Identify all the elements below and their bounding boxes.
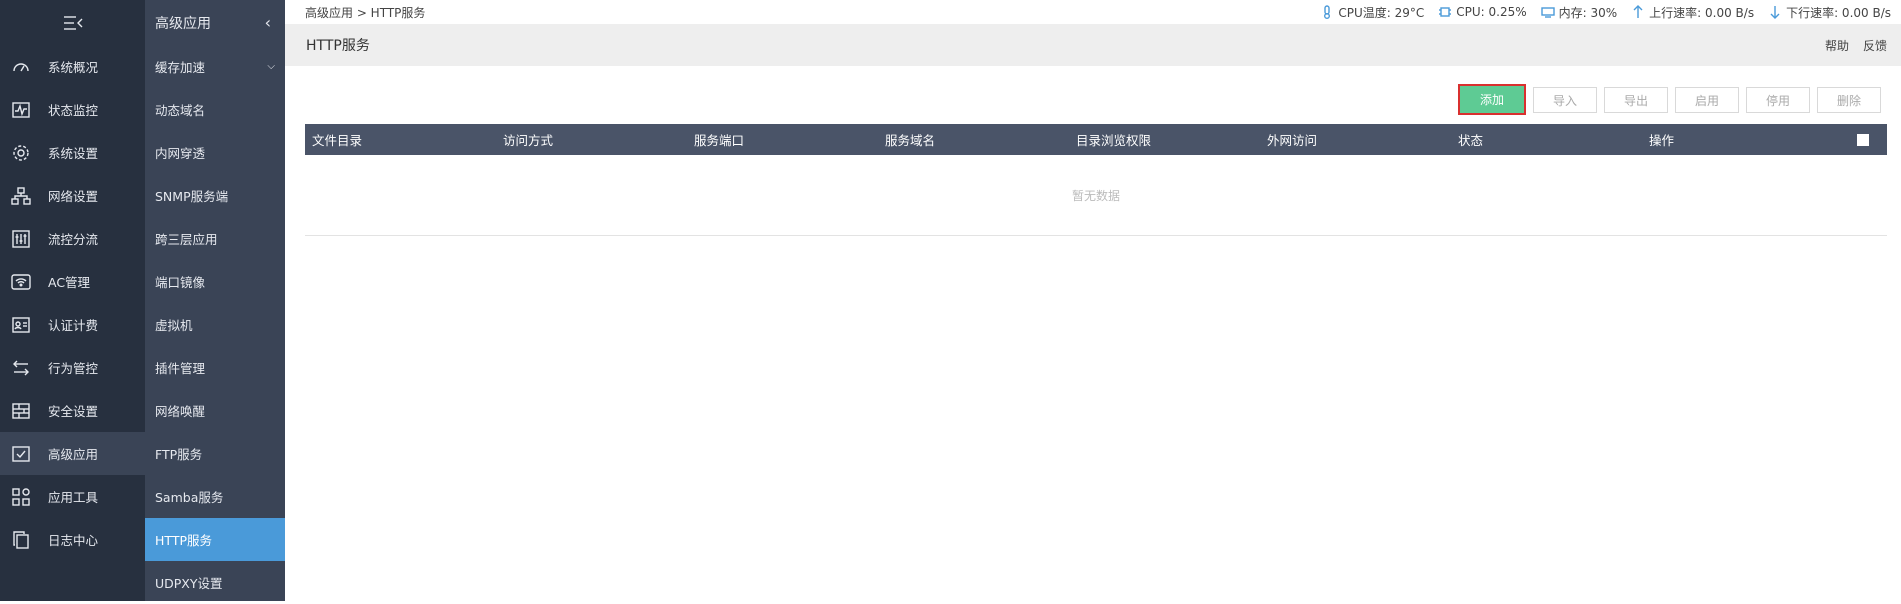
breadcrumb: 高级应用 > HTTP服务 <box>305 5 426 20</box>
submenu-item-wol[interactable]: 网络唤醒 <box>145 389 285 432</box>
sidebar-item-auth-billing[interactable]: 认证计费 <box>0 303 145 346</box>
column-header-status: 状态 <box>1458 133 1484 148</box>
action-toolbar: 添加 导入 导出 启用 停用 删除 <box>1458 84 1881 115</box>
swap-icon <box>10 357 32 379</box>
export-button[interactable]: 导出 <box>1604 87 1668 113</box>
arrow-up-icon <box>1633 5 1643 18</box>
primary-sidebar: 系统概况 状态监控 系统设置 网络设置 流控分流 AC管理 认证计费 行为管控 … <box>0 0 145 601</box>
checkbox-icon <box>10 443 32 465</box>
submenu-item-vm[interactable]: 虚拟机 <box>145 303 285 346</box>
sidebar-item-security-settings[interactable]: 安全设置 <box>0 389 145 432</box>
sidebar-item-traffic-control[interactable]: 流控分流 <box>0 217 145 260</box>
sidebar-item-ac-management[interactable]: AC管理 <box>0 260 145 303</box>
enable-button[interactable]: 启用 <box>1675 87 1739 113</box>
http-service-table: 文件目录 访问方式 服务端口 服务域名 目录浏览权限 外网访问 状态 操作 暂无… <box>305 124 1887 236</box>
menu-toggle-button[interactable] <box>0 0 145 45</box>
cpu-icon <box>1439 7 1452 17</box>
secondary-sidebar-title: 高级应用 <box>155 15 211 32</box>
column-header-domain: 服务域名 <box>885 133 936 148</box>
add-button[interactable]: 添加 <box>1458 84 1526 115</box>
sidebar-item-system-settings[interactable]: 系统设置 <box>0 131 145 174</box>
submenu-item-nat-traversal[interactable]: 内网穿透 <box>145 131 285 174</box>
submenu-item-ddns[interactable]: 动态域名 <box>145 88 285 131</box>
submenu-item-snmp[interactable]: SNMP服务端 <box>145 174 285 217</box>
column-header-port: 服务端口 <box>694 133 745 148</box>
cpu-stat: CPU: 0.25% <box>1438 5 1527 19</box>
sliders-icon <box>10 228 32 250</box>
system-stats: CPU温度: 29°C CPU: 0.25% 内存: 30% 上行速率: 0.0… <box>1320 4 1891 21</box>
sidebar-item-system-overview[interactable]: 系统概况 <box>0 45 145 88</box>
apps-icon <box>10 486 32 508</box>
submenu-item-ftp[interactable]: FTP服务 <box>145 432 285 475</box>
submenu-item-layer3[interactable]: 跨三层应用 <box>145 217 285 260</box>
select-all-cell <box>1833 133 1887 146</box>
sidebar-item-network-settings[interactable]: 网络设置 <box>0 174 145 217</box>
submenu-item-samba[interactable]: Samba服务 <box>145 475 285 518</box>
id-card-icon <box>10 314 32 336</box>
network-icon <box>10 185 32 207</box>
page-title: HTTP服务 <box>306 38 370 54</box>
chevron-left-icon[interactable]: ‹ <box>265 13 271 32</box>
status-bar: 高级应用 > HTTP服务 CPU温度: 29°C CPU: 0.25% 内存:… <box>285 0 1901 24</box>
monitor-icon <box>10 99 32 121</box>
sidebar-item-log-center[interactable]: 日志中心 <box>0 518 145 561</box>
submenu-item-http[interactable]: HTTP服务 <box>145 518 285 561</box>
submenu-item-port-mirror[interactable]: 端口镜像 <box>145 260 285 303</box>
delete-button[interactable]: 删除 <box>1817 87 1881 113</box>
select-all-checkbox[interactable] <box>1857 133 1869 146</box>
dashboard-icon <box>10 56 32 78</box>
gear-icon <box>10 142 32 164</box>
disable-button[interactable]: 停用 <box>1746 87 1810 113</box>
import-button[interactable]: 导入 <box>1533 87 1597 113</box>
column-header-browse-permission: 目录浏览权限 <box>1076 133 1152 148</box>
submenu-item-udpxy[interactable]: UDPXY设置 <box>145 561 285 604</box>
submenu-item-plugins[interactable]: 插件管理 <box>145 346 285 389</box>
column-header-wan-access: 外网访问 <box>1267 133 1318 148</box>
firewall-icon <box>10 400 32 422</box>
sidebar-item-status-monitor[interactable]: 状态监控 <box>0 88 145 131</box>
memory-stat: 内存: 30% <box>1540 4 1617 21</box>
secondary-sidebar-header: 高级应用 ‹ <box>145 0 285 45</box>
sidebar-item-behavior-control[interactable]: 行为管控 <box>0 346 145 389</box>
copy-icon <box>10 529 32 551</box>
table-header: 文件目录 访问方式 服务端口 服务域名 目录浏览权限 外网访问 状态 操作 <box>305 124 1887 155</box>
empty-state: 暂无数据 <box>305 155 1887 236</box>
header-links: 帮助 反馈 <box>1825 37 1887 54</box>
submenu-item-cache-acceleration[interactable]: 缓存加速 ⌵ <box>145 45 285 88</box>
feedback-link[interactable]: 反馈 <box>1863 37 1887 54</box>
secondary-sidebar: 高级应用 ‹ 缓存加速 ⌵ 动态域名 内网穿透 SNMP服务端 跨三层应用 端口镜… <box>145 0 285 601</box>
chevron-down-icon: ⌵ <box>267 61 275 72</box>
arrow-down-icon <box>1770 6 1780 19</box>
column-header-directory: 文件目录 <box>312 133 363 148</box>
memory-icon <box>1540 7 1555 18</box>
cpu-temp-stat: CPU温度: 29°C <box>1320 4 1424 21</box>
download-stat: 下行速率: 0.00 B/s <box>1768 4 1891 21</box>
wifi-icon <box>10 271 32 293</box>
thermometer-icon <box>1324 5 1331 19</box>
column-header-access-mode: 访问方式 <box>503 133 554 148</box>
sidebar-item-advanced-apps[interactable]: 高级应用 <box>0 432 145 475</box>
menu-collapse-icon <box>63 15 82 30</box>
column-header-actions: 操作 <box>1649 133 1675 148</box>
upload-stat: 上行速率: 0.00 B/s <box>1631 4 1754 21</box>
page-header: HTTP服务 帮助 反馈 <box>285 24 1901 66</box>
sidebar-item-app-tools[interactable]: 应用工具 <box>0 475 145 518</box>
help-link[interactable]: 帮助 <box>1825 37 1849 54</box>
